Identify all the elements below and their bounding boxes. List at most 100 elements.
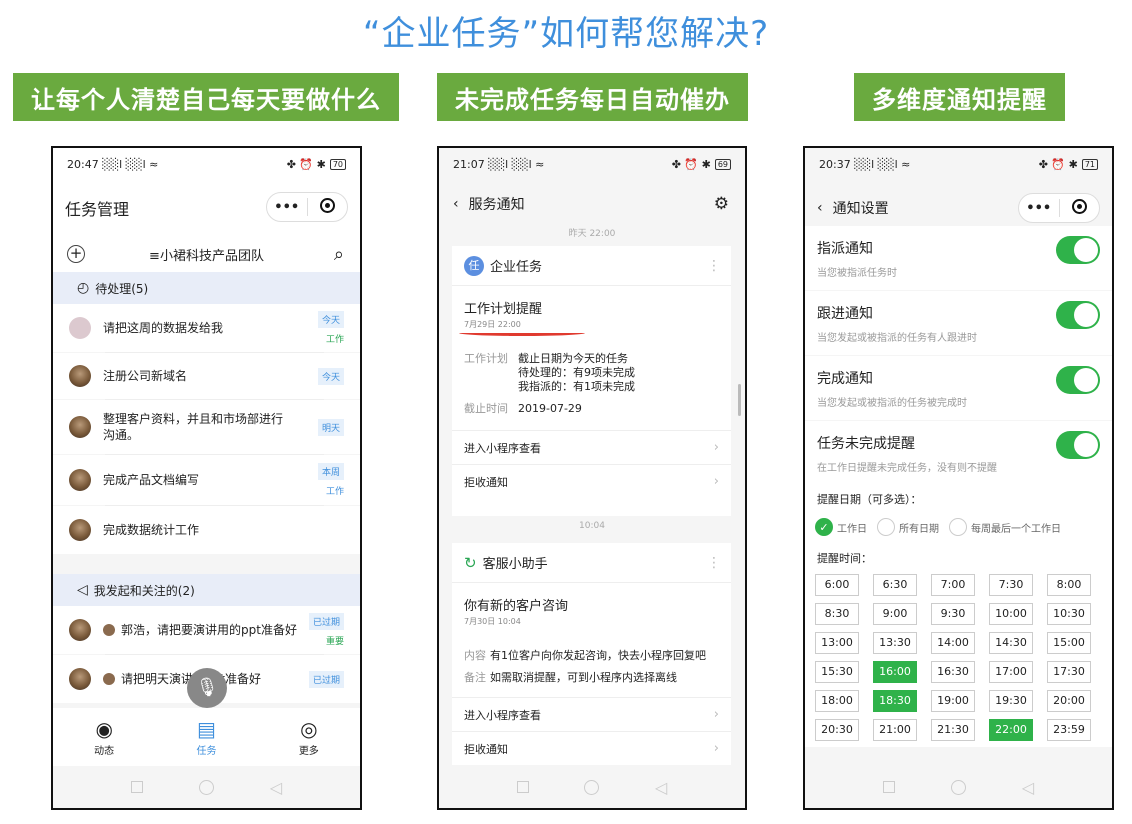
time-option[interactable]: 15:30 [815, 661, 859, 683]
time-option[interactable]: 13:00 [815, 632, 859, 654]
date-option[interactable]: ✓ 工作日 [815, 518, 867, 536]
task-doc-icon: ▤ [197, 717, 216, 741]
time-option[interactable]: 6:30 [873, 574, 917, 596]
banner-notifications: 多维度通知提醒 [854, 73, 1065, 121]
scrollbar[interactable] [738, 384, 741, 416]
followed-task-item[interactable]: 郭浩，请把要演讲用的ppt准备好 已过期 重要 [53, 606, 360, 654]
time-option[interactable]: 7:30 [989, 574, 1033, 596]
pending-section-header[interactable]: ◴ 待处理(5) [53, 272, 360, 304]
setting-complete: 完成通知 当您发起或被指派的任务被完成时 [805, 356, 1112, 420]
more-icon[interactable]: ••• [267, 200, 307, 215]
time-option[interactable]: 14:00 [931, 632, 975, 654]
content-value: 有1位客户向你发起咨询，快去小程序回复吧 [490, 649, 706, 662]
time-option[interactable]: 19:30 [989, 690, 1033, 712]
recent-apps-icon[interactable] [882, 781, 895, 793]
followed-header-label: 我发起和关注的(2) [93, 583, 195, 598]
time-option[interactable]: 13:30 [873, 632, 917, 654]
clock-icon: ◴ [77, 280, 90, 296]
tab-more[interactable]: ◎ 更多 [258, 708, 360, 768]
time-option[interactable]: 18:30 [873, 690, 917, 712]
open-mini-program-link[interactable]: 进入小程序查看 › [452, 697, 731, 731]
time-option[interactable]: 9:00 [873, 603, 917, 625]
home-icon[interactable] [584, 779, 600, 795]
time-option[interactable]: 6:00 [815, 574, 859, 596]
time-option[interactable]: 16:30 [931, 661, 975, 683]
time-option[interactable]: 8:30 [815, 603, 859, 625]
time-option[interactable]: 17:30 [1047, 661, 1091, 683]
home-icon[interactable] [950, 779, 966, 795]
search-icon[interactable]: ⌕ [334, 244, 344, 265]
time-option[interactable]: 19:00 [931, 690, 975, 712]
close-target-icon[interactable] [1071, 198, 1087, 214]
plan-line: 截止日期为今天的任务 [518, 352, 628, 365]
recent-apps-icon[interactable] [516, 781, 529, 793]
time-option[interactable]: 20:30 [815, 719, 859, 741]
task-item[interactable]: 请把这周的数据发给我 今天 工作 [53, 304, 360, 352]
more-vertical-icon[interactable]: ⋮ [707, 555, 721, 571]
tab-tasks[interactable]: ▤ 任务 [155, 708, 257, 768]
close-target-icon[interactable] [319, 197, 335, 213]
task-item[interactable]: 完成数据统计工作 [53, 506, 360, 554]
incomplete-reminder-toggle[interactable] [1056, 431, 1100, 459]
reject-notification-link[interactable]: 拒收通知 › [452, 464, 731, 498]
back-icon[interactable]: ◁ [655, 778, 667, 797]
assign-toggle[interactable] [1056, 236, 1100, 264]
time-option[interactable]: 10:30 [1047, 603, 1091, 625]
avatar [69, 668, 91, 690]
time-option[interactable]: 20:00 [1047, 690, 1091, 712]
time-option[interactable]: 15:00 [1047, 632, 1091, 654]
task-title: 完成数据统计工作 [103, 523, 200, 537]
follow-toggle[interactable] [1056, 301, 1100, 329]
back-icon[interactable]: ◁ [270, 778, 282, 797]
chevron-right-icon: › [713, 707, 719, 722]
plan-line: 我指派的：有1项未完成 [518, 380, 635, 393]
time-option[interactable]: 21:00 [873, 719, 917, 741]
timestamp: 昨天 22:00 [568, 229, 616, 239]
nav-title: 通知设置 [832, 201, 889, 217]
team-name[interactable]: ≡小裙科技产品团队 [149, 245, 264, 264]
gear-icon[interactable]: ⚙ [714, 194, 729, 214]
time-option[interactable]: 16:00 [873, 661, 917, 683]
tab-bar: ◉ 动态 ▤ 任务 ◎ 更多 [53, 708, 360, 768]
date-option[interactable]: 所有日期 [877, 518, 939, 536]
setting-name: 任务未完成提醒 [817, 436, 915, 452]
microphone-icon[interactable]: 🎙 [187, 668, 227, 708]
time-option[interactable]: 21:30 [931, 719, 975, 741]
home-icon[interactable] [198, 779, 214, 795]
more-icon[interactable]: ••• [1019, 201, 1059, 216]
nav-bar: ‹ 服务通知 ⚙ [439, 180, 745, 228]
reject-notification-link[interactable]: 拒收通知 › [452, 731, 731, 765]
back-icon[interactable]: ‹ [817, 200, 823, 216]
time-option[interactable]: 17:00 [989, 661, 1033, 683]
page-title: “企业任务”如何帮您解决? [362, 14, 770, 54]
tab-activity[interactable]: ◉ 动态 [53, 708, 155, 768]
followed-section-header[interactable]: ◁ 我发起和关注的(2) [53, 574, 360, 606]
radio-circle [949, 518, 967, 536]
complete-toggle[interactable] [1056, 366, 1100, 394]
recent-apps-icon[interactable] [130, 781, 143, 793]
time-option[interactable]: 10:00 [989, 603, 1033, 625]
setting-desc: 当您被指派任务时 [817, 268, 897, 279]
time-option[interactable]: 22:00 [989, 719, 1033, 741]
chevron-right-icon: › [713, 474, 719, 489]
time-option[interactable]: 9:30 [931, 603, 975, 625]
card-title: 工作计划提醒 [464, 302, 543, 317]
task-title: 注册公司新域名 [103, 369, 188, 383]
back-icon[interactable]: ◁ [1022, 778, 1034, 797]
time-option[interactable]: 8:00 [1047, 574, 1091, 596]
time-option[interactable]: 23:59 [1047, 719, 1091, 741]
task-item[interactable]: 完成产品文档编写 本周 工作 [53, 455, 360, 505]
date-option[interactable]: 每周最后一个工作日 [949, 518, 1061, 536]
type-label: 工作 [325, 487, 344, 497]
add-icon[interactable]: + [67, 245, 85, 263]
time-option[interactable]: 7:00 [931, 574, 975, 596]
task-item[interactable]: 注册公司新域名 今天 [53, 353, 360, 399]
open-mini-program-link[interactable]: 进入小程序查看 › [452, 430, 731, 464]
system-nav-bar: ◁ [805, 766, 1112, 808]
back-icon[interactable]: ‹ [453, 196, 459, 212]
battery-icon: 70 [329, 158, 346, 170]
task-item[interactable]: 整理客户资料，并且和市场部进行沟通。 明天 [53, 400, 360, 454]
time-option[interactable]: 18:00 [815, 690, 859, 712]
more-vertical-icon[interactable]: ⋮ [707, 258, 721, 274]
time-option[interactable]: 14:30 [989, 632, 1033, 654]
